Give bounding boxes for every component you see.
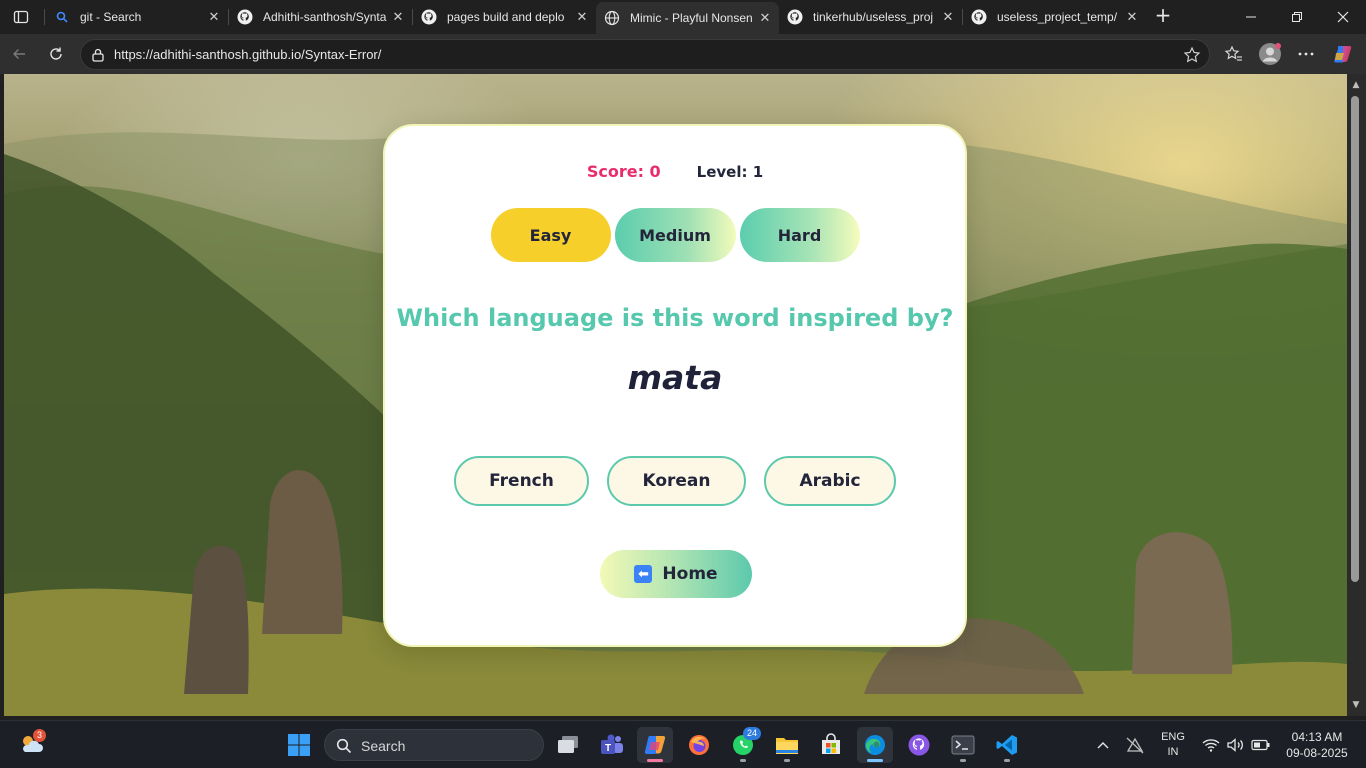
weather-icon[interactable]: 3 [14,727,50,763]
clock-time: 04:13 AM [1291,730,1343,744]
medium-button[interactable]: Medium [614,208,736,262]
browser-toolbar: https://adhithi-santhosh.github.io/Synta… [0,34,1366,74]
back-arrow-icon[interactable] [6,41,32,67]
more-options-icon[interactable] [1294,42,1318,66]
close-window-icon[interactable] [1320,0,1366,34]
github-icon [421,9,437,25]
language-code: ENG [1161,731,1185,743]
search-label: Search [361,738,406,754]
score-label: Score: 0 [586,162,661,181]
github-icon [787,9,803,25]
tab-git-search[interactable]: git - Search ✕ [46,2,228,32]
favorites-icon[interactable] [1222,42,1246,66]
question-text: Which language is this word inspired by? [396,304,954,332]
tab-title: useless_project_temp/ [997,10,1118,24]
page-scrollbar[interactable]: ▲ ▼ [1347,74,1366,716]
hard-button[interactable]: Hard [739,208,860,262]
wifi-icon[interactable] [1198,727,1224,763]
tab-mimic-active[interactable]: Mimic - Playful Nonsen ✕ [596,2,779,34]
favorite-star-icon[interactable] [1183,46,1201,64]
tab-title: git - Search [80,10,142,24]
task-view-icon[interactable] [550,727,586,763]
nonsense-word: mata [627,358,723,397]
github-icon [237,9,253,25]
tab-title: Mimic - Playful Nonsen [630,11,753,25]
clock[interactable]: 04:13 AM 09-08-2025 [1282,729,1352,761]
tab-title: tinkerhub/useless_proj [813,10,934,24]
close-tab-icon[interactable]: ✕ [757,10,773,26]
home-label: Home [662,564,718,584]
copilot-icon[interactable] [1331,42,1355,66]
battery-icon[interactable] [1248,727,1274,763]
terminal-icon[interactable] [945,727,981,763]
new-tab-icon[interactable]: + [1152,5,1174,27]
region-code: IN [1167,746,1179,758]
microsoft-store-icon[interactable] [813,727,849,763]
back-arrow-emoji-icon: ⬅ [634,565,653,583]
game-card: Score: 0 Level: 1 Easy Medium Hard Which… [383,124,967,647]
weather-badge: 3 [33,729,47,742]
difficulty-selector: Easy Medium Hard [385,208,965,262]
minimize-icon[interactable] [1228,0,1274,34]
close-tab-icon[interactable]: ✕ [940,9,956,25]
tab-tinkerhub[interactable]: tinkerhub/useless_proj ✕ [779,2,962,32]
tab-strip: git - Search ✕ Adhithi-santhosh/Synta ✕ … [0,0,1366,34]
volume-icon[interactable] [1223,727,1249,763]
restore-icon[interactable] [1274,0,1320,34]
close-tab-icon[interactable]: ✕ [390,9,406,25]
answer-options: French Korean Arabic [385,456,965,506]
github-desktop-icon[interactable] [901,727,937,763]
location-off-icon[interactable] [1120,727,1150,763]
address-bar[interactable]: https://adhithi-santhosh.github.io/Synta… [80,39,1210,70]
tab-useless-project[interactable]: useless_project_temp/ ✕ [963,2,1146,32]
easy-button[interactable]: Easy [490,208,611,262]
tab-actions-icon[interactable] [8,4,34,30]
search-icon [54,9,70,25]
file-explorer-icon[interactable] [769,727,805,763]
close-tab-icon[interactable]: ✕ [206,9,222,25]
stats-row: Score: 0 Level: 1 [385,162,965,181]
svg-text:T: T [605,743,611,754]
clock-date: 09-08-2025 [1286,746,1348,760]
firefox-icon[interactable] [681,727,717,763]
tab-title: Adhithi-santhosh/Synta [263,10,387,24]
edge-browser-icon[interactable] [857,727,893,763]
vscode-icon[interactable] [989,727,1025,763]
option-arabic-button[interactable]: Arabic [764,456,896,506]
taskbar-search-box[interactable]: Search [324,729,544,761]
teams-icon[interactable]: T [594,727,630,763]
whatsapp-badge: 24 [743,727,762,740]
profile-avatar-icon[interactable] [1258,42,1282,66]
reload-icon[interactable] [43,41,69,67]
windows-taskbar: 3 Search T 24 ENG IN 04:13 AM 09-08-2025 [0,720,1366,768]
tab-adhithi-repo[interactable]: Adhithi-santhosh/Synta ✕ [229,2,412,32]
level-label: Level: 1 [696,163,764,181]
scroll-down-icon[interactable]: ▼ [1351,700,1361,710]
start-windows-icon[interactable] [281,727,317,763]
taskbar-app-gradient-icon[interactable] [637,727,673,763]
close-tab-icon[interactable]: ✕ [1124,9,1140,25]
tab-title: pages build and deplo [447,10,565,24]
site-info-icon[interactable] [90,47,106,63]
show-hidden-icons-chevron-icon[interactable] [1086,727,1120,763]
option-korean-button[interactable]: Korean [607,456,746,506]
scroll-thumb[interactable] [1351,96,1359,582]
search-icon [336,738,352,754]
github-icon [971,9,987,25]
whatsapp-icon[interactable]: 24 [725,727,762,763]
tab-pages-build[interactable]: pages build and deplo ✕ [413,2,596,32]
language-indicator[interactable]: ENG IN [1156,730,1190,760]
globe-icon [604,10,620,26]
home-button[interactable]: ⬅ Home [600,550,752,598]
url-text: https://adhithi-santhosh.github.io/Synta… [114,47,382,62]
close-tab-icon[interactable]: ✕ [574,9,590,25]
option-french-button[interactable]: French [454,456,589,506]
scroll-up-icon[interactable]: ▲ [1351,80,1361,90]
